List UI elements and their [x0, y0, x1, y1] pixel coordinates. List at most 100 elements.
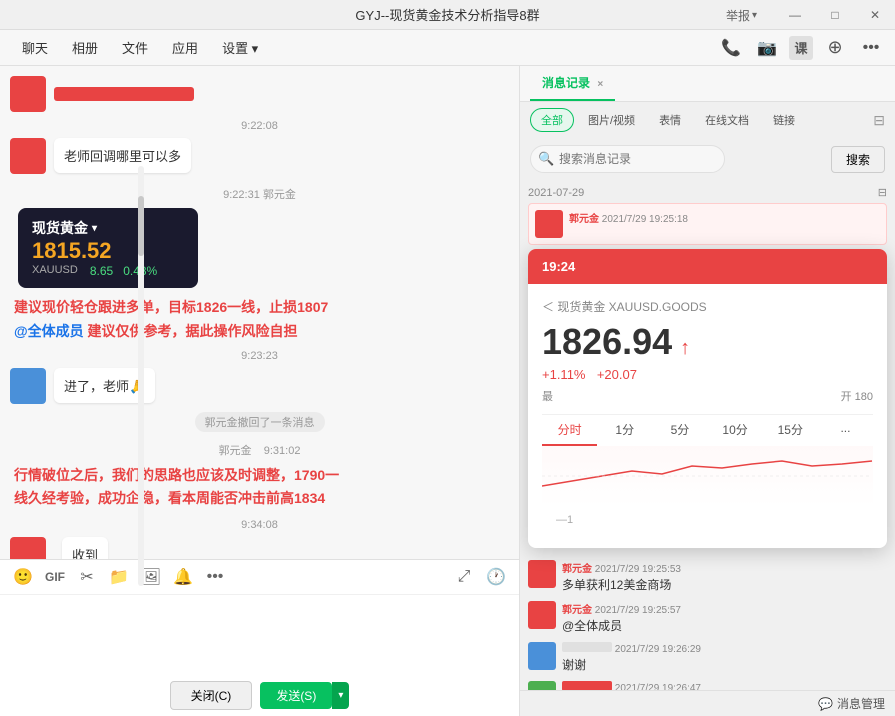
msg-row-ticker: 现货黄金 ▾ 1815.52 XAUUSD 8.65 0.48% [10, 208, 509, 288]
ticker-price: 1815.52 [32, 238, 184, 264]
h-avatar-3 [528, 560, 556, 588]
fc-tab-15min[interactable]: 15分 [763, 415, 818, 446]
ticker-card[interactable]: 现货黄金 ▾ 1815.52 XAUUSD 8.65 0.48% [18, 208, 198, 288]
tab-close-icon[interactable]: × [597, 79, 603, 90]
send-arrow-button[interactable]: ▾ [332, 682, 349, 709]
phone-icon[interactable]: 📞 [717, 34, 745, 62]
close-button[interactable]: ✕ [855, 0, 895, 30]
video-icon[interactable]: 📷 [753, 34, 781, 62]
fc-chart-area [542, 446, 873, 506]
ticker-change: 8.65 0.48% [90, 264, 157, 278]
fc-chart-svg [542, 446, 873, 506]
send-button[interactable]: 发送(S) [260, 682, 332, 709]
avatar-1 [10, 138, 46, 174]
h-msg-body-6: 2021/7/29 19:26:47 [562, 681, 887, 690]
chat-input-area[interactable] [0, 595, 519, 675]
folder-icon[interactable]: 📁 [106, 564, 132, 590]
search-button[interactable]: 搜索 [831, 146, 885, 173]
msg-time-4: 郭元金 9:31:02 [10, 442, 509, 458]
menu-file[interactable]: 文件 [110, 32, 160, 63]
filter-media[interactable]: 图片/视频 [578, 109, 645, 131]
fc-tab-fen[interactable]: 分时 [542, 415, 597, 446]
msg-row-3: 收到 [10, 537, 509, 559]
menu-app[interactable]: 应用 [160, 32, 210, 63]
emoji-icon[interactable]: 🙂 [10, 564, 36, 590]
course-icon[interactable]: 课 [789, 36, 813, 60]
msg-content-1: 老师回调哪里可以多 [54, 138, 191, 173]
h-msg-body-5: 2021/7/29 19:26:29 谢谢 [562, 642, 887, 673]
filter-settings-icon[interactable]: ⊟ [873, 112, 885, 129]
history-bottom-bar[interactable]: 💬 消息管理 [520, 690, 895, 716]
h-msg-row-1[interactable]: 郭元金 2021/7/29 19:25:18 [528, 203, 887, 245]
h-msg-meta-5: 2021/7/29 19:26:29 [562, 642, 887, 655]
fc-tab-10min[interactable]: 10分 [708, 415, 763, 446]
date-label: 2021-07-29 [528, 187, 584, 199]
bell-icon[interactable]: 🔔 [170, 564, 196, 590]
fc-tab-more[interactable]: ... [818, 415, 873, 446]
expand-icon[interactable]: ⤢ [451, 564, 477, 590]
chat-messages-list: 9:22:08 老师回调哪里可以多 9:22:31 郭元金 现货黄金 ▾ [0, 66, 519, 559]
close-chat-button[interactable]: 关闭(C) [170, 681, 253, 710]
msg-time-1: 9:22:08 [10, 120, 509, 132]
filter-all[interactable]: 全部 [530, 108, 574, 132]
h-msg-text-4: @全体成员 [562, 617, 887, 634]
h-msg-body-1: 郭元金 2021/7/29 19:25:18 [569, 210, 880, 226]
msg-content-3: 收到 [62, 537, 108, 559]
search-input[interactable] [530, 145, 725, 173]
filter-tabs: 全部 图片/视频 表情 在线文档 链接 ⊟ [520, 102, 895, 139]
history-tabs: 消息记录 × [520, 66, 895, 102]
avatar-2 [10, 368, 46, 404]
recall-notice: 郭元金撤回了一条消息 [195, 412, 325, 432]
gif-icon[interactable]: GIF [42, 564, 68, 590]
minimize-button[interactable]: — [775, 0, 815, 30]
h-msg-row-5[interactable]: 2021/7/29 19:26:29 谢谢 [528, 638, 887, 677]
filter-emoji[interactable]: 表情 [649, 109, 691, 131]
fc-nav[interactable]: ＜ 现货黄金 XAUUSD.GOODS [542, 298, 873, 315]
send-dropdown-icon: ▾ [338, 690, 343, 701]
menu-chat[interactable]: 聊天 [10, 32, 60, 63]
float-card-header: 19:24 [528, 249, 887, 284]
tab-history[interactable]: 消息记录 × [530, 66, 615, 101]
history-clock-icon[interactable]: 🕐 [483, 564, 509, 590]
fc-bottom: —1 [542, 506, 873, 534]
scissors-icon[interactable]: ✂ [74, 564, 100, 590]
h-avatar-5 [528, 642, 556, 670]
filter-link[interactable]: 链接 [763, 109, 805, 131]
msg-row-2: 进了，老师🙏 [10, 368, 509, 404]
add-icon[interactable]: ⊕ [821, 34, 849, 62]
date-header: 2021-07-29 ⊟ [528, 180, 887, 203]
scrollbar-thumb[interactable] [138, 196, 144, 256]
float-card[interactable]: 19:24 ＜ 现货黄金 XAUUSD.GOODS 1826.94 ↑ +1.1… [528, 249, 887, 548]
filter-doc[interactable]: 在线文档 [695, 109, 759, 131]
fc-tab-5min[interactable]: 5分 [652, 415, 707, 446]
h-msg-row-4[interactable]: 郭元金 2021/7/29 19:25:57 @全体成员 [528, 597, 887, 638]
more-toolbar-icon[interactable]: ••• [202, 564, 228, 590]
fc-price: 1826.94 [542, 321, 672, 363]
scrollbar-track[interactable] [138, 166, 144, 586]
mention-all: @全体成员 [14, 323, 84, 339]
menu-album[interactable]: 相册 [60, 32, 110, 63]
menubar-icons: 📞 📷 课 ⊕ ••• [717, 34, 885, 62]
float-card-body: ＜ 现货黄金 XAUUSD.GOODS 1826.94 ↑ +1.11% +20… [528, 284, 887, 548]
fc-tab-1min[interactable]: 1分 [597, 415, 652, 446]
ticker-name: 现货黄金 ▾ [32, 218, 184, 238]
more-icon[interactable]: ••• [857, 34, 885, 62]
h-msg-body-3: 郭元金 2021/7/29 19:25:53 多单获利12美金商场 [562, 560, 887, 593]
h-msg-row-3[interactable]: 郭元金 2021/7/29 19:25:53 多单获利12美金商场 [528, 556, 887, 597]
msg-time-5: 9:34:08 [10, 519, 509, 531]
h-msg-row-6[interactable]: 2021/7/29 19:26:47 [528, 677, 887, 690]
search-icon: 🔍 [538, 151, 554, 167]
toolbar-right: ⤢ 🕐 [451, 564, 509, 590]
chat-toolbar: 🙂 GIF ✂ 📁 🖼 🔔 ••• ⤢ 🕐 [0, 560, 519, 595]
send-button-group: 发送(S) ▾ [260, 682, 349, 709]
h-msg-meta-1: 郭元金 2021/7/29 19:25:18 [569, 210, 880, 225]
menu-settings[interactable]: 设置 ▾ [210, 32, 270, 63]
h-msg-body-4: 郭元金 2021/7/29 19:25:57 @全体成员 [562, 601, 887, 634]
red-callout-text: 建议现价轻仓跟进多单，目标1826一线，止损1807 @全体成员 建议仅供参考，… [10, 296, 509, 344]
callout-line1: 建议现价轻仓跟进多单，目标1826一线，止损1807 [14, 296, 509, 320]
fc-detail-row: 最 开 180 [542, 388, 873, 404]
maximize-button[interactable]: □ [815, 0, 855, 30]
report-button[interactable]: 举报 ▾ [718, 0, 765, 30]
avatar-3 [10, 537, 46, 559]
h-msg-text-3: 多单获利12美金商场 [562, 576, 887, 593]
